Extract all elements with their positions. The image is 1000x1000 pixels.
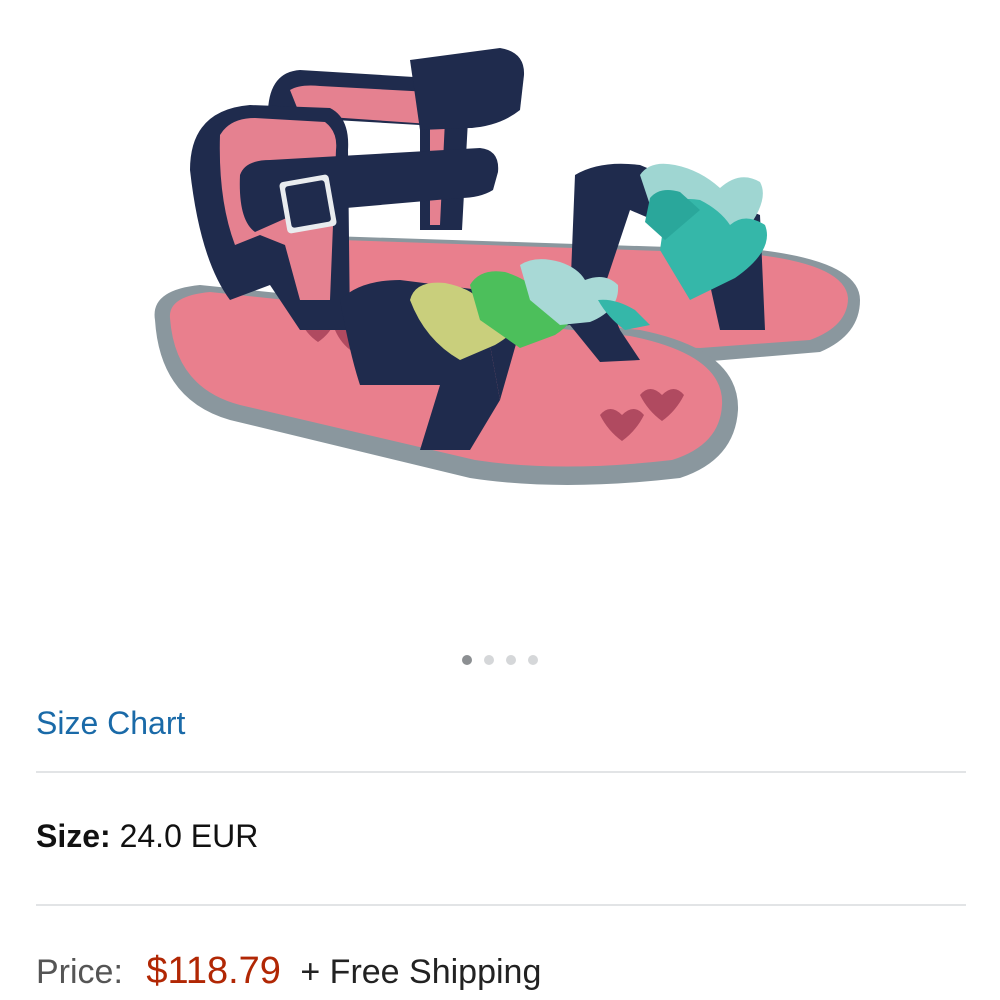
divider [36, 904, 966, 906]
product-page: Size Chart Size: 24.0 EUR Price: $118.79… [0, 0, 1000, 1000]
carousel-dot-1[interactable] [462, 655, 472, 665]
size-chart-link[interactable]: Size Chart [36, 705, 185, 742]
price-value: $118.79 [146, 950, 281, 992]
divider [36, 771, 966, 773]
product-image[interactable] [0, 0, 1000, 640]
carousel-dot-2[interactable] [484, 655, 494, 665]
size-row[interactable]: Size: 24.0 EUR [36, 818, 258, 855]
image-carousel-dots[interactable] [0, 655, 1000, 665]
price-label: Price: [36, 953, 123, 991]
sandal-product-image [154, 48, 860, 485]
price-row: Price: $118.79 + Free Shipping [36, 950, 541, 993]
size-label: Size: [36, 818, 111, 854]
size-value: 24.0 EUR [119, 818, 259, 854]
carousel-dot-3[interactable] [506, 655, 516, 665]
shipping-info: + Free Shipping [300, 953, 542, 991]
carousel-dot-4[interactable] [528, 655, 538, 665]
